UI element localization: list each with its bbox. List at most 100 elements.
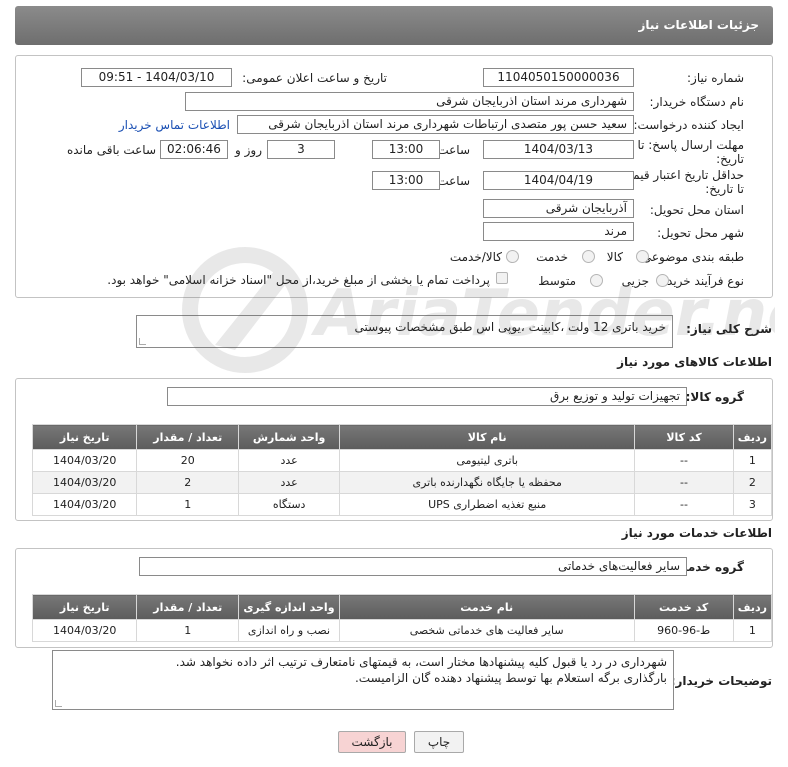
reply-deadline-time: 13:00	[372, 140, 440, 159]
col-qty: تعداد / مقدار	[136, 594, 240, 620]
reply-time-label: ساعت	[437, 143, 470, 157]
item-unit: عدد	[238, 449, 341, 472]
row-index: 2	[732, 471, 773, 494]
purchase-minor-label: جزیی	[621, 274, 649, 288]
item-unit: دستگاه	[238, 493, 341, 516]
buyer-contact-link[interactable]: اطلاعات تماس خریدار	[119, 118, 230, 132]
description-label: شرح کلی نیاز:	[686, 322, 772, 336]
category-service-radio[interactable]	[582, 250, 595, 263]
col-row: ردیف	[732, 594, 773, 620]
row-index: 1	[732, 449, 773, 472]
purchase-minor-radio[interactable]	[656, 274, 669, 287]
delivery-province-label: استان محل تحویل:	[649, 203, 744, 217]
col-date: تاریخ نیاز	[31, 424, 138, 450]
category-goods-label: کالا	[606, 250, 623, 264]
announce-datetime-label: تاریخ و ساعت اعلان عمومی:	[242, 71, 387, 85]
page-title: جزئیات اطلاعات نیاز	[638, 18, 759, 32]
back-button[interactable]: بازگشت	[338, 731, 406, 753]
category-goods-radio[interactable]	[636, 250, 649, 263]
item-name: محفظه یا جایگاه نگهدارنده باتری	[339, 471, 636, 494]
services-group-field: سایر فعالیت‌های خدماتی	[139, 557, 687, 576]
goods-group-field: تجهیزات تولید و توزیع برق	[167, 387, 687, 406]
description-textarea: خرید باتری 12 ولت ،کابینت ،یوپی اس طبق م…	[136, 315, 673, 348]
price-validity-label: حداقل تاریخ اعتبار قیمت:	[617, 168, 744, 182]
col-name: نام خدمت	[338, 594, 635, 620]
item-qty: 1	[136, 493, 240, 516]
col-row: ردیف	[732, 424, 773, 450]
treasury-payment-note: پرداخت تمام یا بخشی از مبلغ خرید،از محل …	[107, 273, 490, 287]
service-qty: 1	[136, 619, 240, 642]
services-table-header: ردیف کد خدمت نام خدمت واحد اندازه گیری ت…	[31, 594, 773, 620]
requester-label: ایجاد کننده درخواست:	[633, 118, 744, 132]
category-label: طبقه بندی موضوعی:	[637, 250, 744, 264]
buyer-notes-label: توضیحات خریدار:	[670, 674, 772, 688]
buyer-notes-line-2: بارگذاری برگه استعلام بها توسط پیشنهاد د…	[354, 671, 667, 685]
item-code: --	[634, 493, 734, 516]
item-code: --	[634, 471, 734, 494]
resize-handle-icon[interactable]	[139, 338, 146, 345]
goods-group-label: گروه کالا:	[685, 390, 744, 404]
goods-section-title: اطلاعات کالاهای مورد نیاز	[617, 355, 772, 369]
price-validity-label-2: تا تاریخ:	[705, 182, 744, 196]
reply-days-field: 3	[267, 140, 335, 159]
treasury-payment-checkbox[interactable]	[496, 272, 508, 284]
goods-table: ردیف کد کالا نام کالا واحد شمارش تعداد /…	[31, 424, 773, 516]
remaining-label: ساعت باقی مانده	[66, 143, 156, 157]
item-unit: عدد	[238, 471, 341, 494]
remaining-time-field: 02:06:46	[160, 140, 228, 159]
item-date: 1404/03/20	[31, 471, 138, 494]
item-name: باتری لیتیومی	[339, 449, 636, 472]
announce-datetime-field: 1404/03/10 - 09:51	[81, 68, 232, 87]
buyer-org-field: شهرداری مرند استان اذربایجان شرقی	[185, 92, 634, 111]
purchase-medium-label: متوسط	[538, 274, 576, 288]
reply-deadline-label: مهلت ارسال پاسخ: تا	[637, 138, 744, 152]
table-row: 2 -- محفظه یا جایگاه نگهدارنده باتری عدد…	[31, 471, 773, 494]
col-unit: واحد اندازه گیری	[238, 594, 340, 620]
purchase-medium-radio[interactable]	[590, 274, 603, 287]
price-validity-date: 1404/04/19	[483, 171, 634, 190]
buyer-org-label: نام دستگاه خریدار:	[649, 95, 745, 109]
item-qty: 2	[136, 471, 240, 494]
need-number-label: شماره نیاز:	[687, 71, 744, 85]
requester-field: سعید حسن پور متصدی ارتباطات شهرداری مرند…	[237, 115, 634, 134]
delivery-province-field: آذربایجان شرقی	[483, 199, 634, 218]
buyer-notes-textarea: شهرداری در رد یا قبول کلیه پیشنهادها مخت…	[52, 650, 674, 710]
print-button[interactable]: چاپ	[414, 731, 464, 753]
service-unit: نصب و راه اندازی	[238, 619, 340, 642]
service-date: 1404/03/20	[31, 619, 138, 642]
item-date: 1404/03/20	[31, 493, 138, 516]
description-text: خرید باتری 12 ولت ،کابینت ،یوپی اس طبق م…	[354, 320, 666, 334]
row-index: 3	[732, 493, 773, 516]
col-date: تاریخ نیاز	[31, 594, 138, 620]
col-code: کد خدمت	[633, 594, 734, 620]
service-name: سایر فعالیت های خدماتی شخصی	[338, 619, 635, 642]
resize-handle-icon[interactable]	[55, 700, 62, 707]
item-qty: 20	[136, 449, 240, 472]
price-validity-time: 13:00	[372, 171, 440, 190]
category-goods-service-label: کالا/خدمت	[449, 250, 502, 264]
reply-deadline-date: 1404/03/13	[483, 140, 634, 159]
services-table: ردیف کد خدمت نام خدمت واحد اندازه گیری ت…	[31, 594, 773, 642]
col-qty: تعداد / مقدار	[136, 424, 240, 450]
need-number-field: 1104050150000036	[483, 68, 634, 87]
table-row: 1 ط-96-960 سایر فعالیت های خدماتی شخصی ن…	[31, 619, 773, 642]
item-name: منبع تغذیه اضطراری UPS	[339, 493, 636, 516]
purchase-type-label: نوع فرآیند خرید :	[659, 274, 744, 288]
category-goods-service-radio[interactable]	[506, 250, 519, 263]
table-row: 1 -- باتری لیتیومی عدد 20 1404/03/20	[31, 449, 773, 472]
col-unit: واحد شمارش	[238, 424, 341, 450]
goods-table-header: ردیف کد کالا نام کالا واحد شمارش تعداد /…	[31, 424, 773, 450]
price-time-label: ساعت	[437, 174, 470, 188]
buyer-notes-line-1: شهرداری در رد یا قبول کلیه پیشنهادها مخت…	[175, 655, 667, 669]
services-section-title: اطلاعات خدمات مورد نیاز	[621, 526, 772, 540]
delivery-city-label: شهر محل تحویل:	[657, 226, 744, 240]
item-date: 1404/03/20	[31, 449, 138, 472]
table-row: 3 -- منبع تغذیه اضطراری UPS دستگاه 1 140…	[31, 493, 773, 516]
reply-deadline-label-2: تاریخ:	[716, 152, 744, 166]
service-code: ط-96-960	[633, 619, 734, 642]
row-index: 1	[732, 619, 773, 642]
item-code: --	[634, 449, 734, 472]
days-label: روز و	[235, 143, 262, 157]
col-name: نام کالا	[339, 424, 636, 450]
col-code: کد کالا	[634, 424, 734, 450]
